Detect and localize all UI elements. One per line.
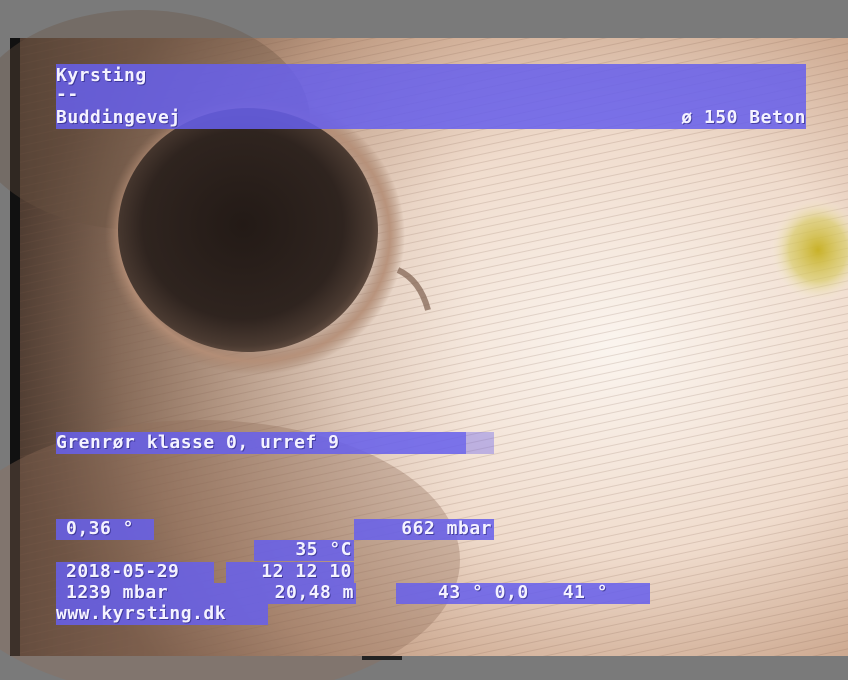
distance-reading: 20,48 m	[274, 582, 354, 603]
classification-bar-tail	[466, 432, 494, 454]
header-separator: --	[56, 84, 79, 105]
date-reading: 2018-05-29	[66, 561, 180, 582]
classification-text: Grenrør klasse 0, urref 9	[56, 432, 340, 453]
street-name: Buddingevej	[56, 107, 181, 128]
pressure-bottom-reading: 1239 mbar	[66, 582, 169, 603]
pipe-spec: ø 150 Beton	[681, 107, 806, 128]
site-name: Kyrsting	[56, 65, 147, 86]
time-reading: 12 12 10	[261, 561, 352, 582]
website-text: www.kyrsting.dk	[56, 603, 227, 624]
angle-reading: 0,36 °	[66, 518, 135, 539]
orientation-reading: 43 ° 0,0 41 °	[438, 582, 609, 603]
pressure-top-reading: 662 mbar	[401, 518, 492, 539]
temperature-reading: 35 °C	[295, 539, 352, 560]
